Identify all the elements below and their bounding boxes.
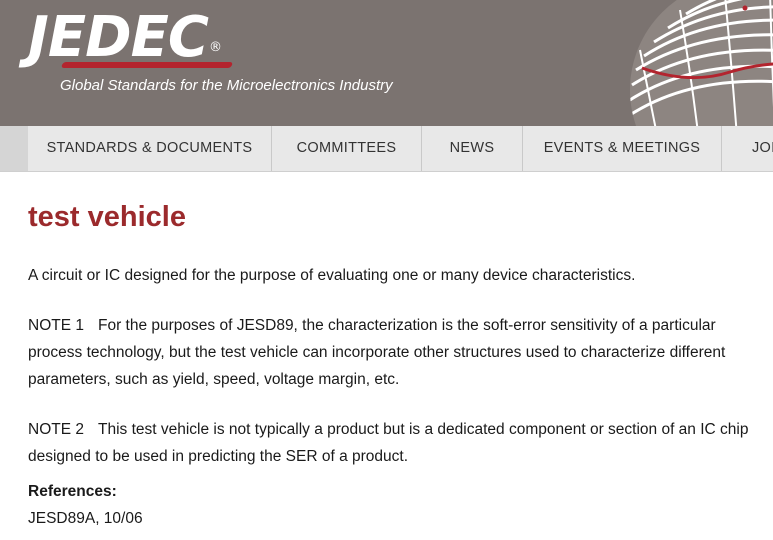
note-2-label: NOTE 2 <box>28 421 84 438</box>
note-2-text: This test vehicle is not typically a pro… <box>28 421 749 465</box>
nav-standards-documents[interactable]: STANDARDS & DOCUMENTS <box>28 126 272 171</box>
note-2: NOTE 2 This test vehicle is not typically… <box>28 416 758 470</box>
main-nav: STANDARDS & DOCUMENTS COMMITTEES NEWS EV… <box>0 126 773 172</box>
globe-graphic <box>630 0 773 126</box>
reference-item: JESD89A, 10/06 <box>28 510 143 527</box>
page-title: test vehicle <box>28 201 186 233</box>
term-content: test vehicle A circuit or IC designed fo… <box>28 200 758 527</box>
site-header: JEDEC ® Global Standards for the Microel… <box>0 0 773 126</box>
note-1-text: For the purposes of JESD89, the characte… <box>28 317 726 388</box>
nav-committees[interactable]: COMMITTEES <box>272 126 422 171</box>
note-1: NOTE 1 For the purposes of JESD89, the ch… <box>28 312 758 393</box>
jedec-logo[interactable]: JEDEC <box>28 6 209 70</box>
nav-news[interactable]: NEWS <box>422 126 523 171</box>
nav-gutter <box>0 126 28 171</box>
note-1-label: NOTE 1 <box>28 317 84 334</box>
term-definition: A circuit or IC designed for the purpose… <box>28 267 636 284</box>
site-tagline: Global Standards for the Microelectronic… <box>60 77 393 94</box>
registered-mark: ® <box>209 40 222 55</box>
nav-join[interactable]: JOIN <box>722 126 773 171</box>
logo-swoosh <box>60 62 234 68</box>
references-heading: References: <box>28 483 117 500</box>
nav-events-meetings[interactable]: EVENTS & MEETINGS <box>523 126 722 171</box>
